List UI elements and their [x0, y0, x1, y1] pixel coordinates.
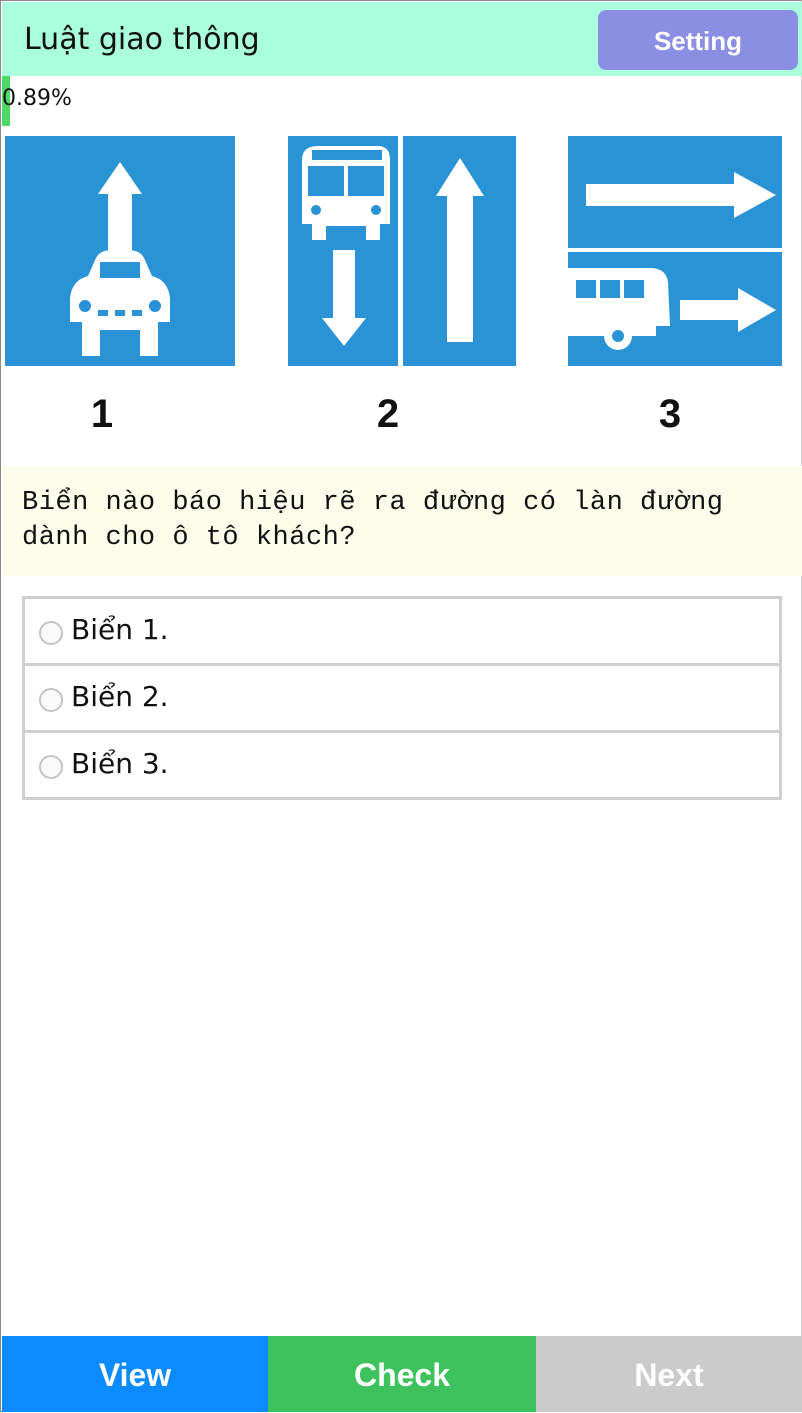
check-button[interactable]: Check	[268, 1336, 536, 1412]
answer-option-2[interactable]: Biển 2.	[22, 663, 782, 733]
app-header: Luật giao thông Setting	[2, 2, 802, 76]
answer-options: Biển 1. Biển 2. Biển 3.	[22, 596, 782, 800]
question-text: Biển nào báo hiệu rẽ ra đường có làn đườ…	[22, 488, 724, 553]
progress-indicator: 0.89%	[2, 76, 802, 126]
progress-percent: 0.89%	[2, 86, 72, 111]
sign-3-image	[568, 136, 782, 366]
sign-2-image	[288, 136, 516, 366]
sign-number-1: 1	[90, 392, 114, 436]
radio-button[interactable]	[39, 621, 63, 645]
question-panel: Biển nào báo hiệu rẽ ra đường có làn đườ…	[2, 466, 802, 576]
answer-option-label: Biển 1.	[71, 613, 169, 646]
next-button[interactable]: Next	[536, 1336, 802, 1412]
view-button[interactable]: View	[2, 1336, 268, 1412]
answer-option-1[interactable]: Biển 1.	[22, 596, 782, 666]
setting-button[interactable]: Setting	[598, 10, 798, 70]
answer-option-label: Biển 2.	[71, 680, 169, 713]
footer-toolbar: View Check Next	[2, 1336, 802, 1412]
sign-1-image	[5, 136, 235, 366]
answer-option-3[interactable]: Biển 3.	[22, 730, 782, 800]
radio-button[interactable]	[39, 755, 63, 779]
radio-button[interactable]	[39, 688, 63, 712]
answer-option-label: Biển 3.	[71, 747, 169, 780]
app-title: Luật giao thông	[24, 22, 260, 57]
sign-number-3: 3	[658, 392, 682, 436]
sign-number-2: 2	[376, 392, 400, 436]
